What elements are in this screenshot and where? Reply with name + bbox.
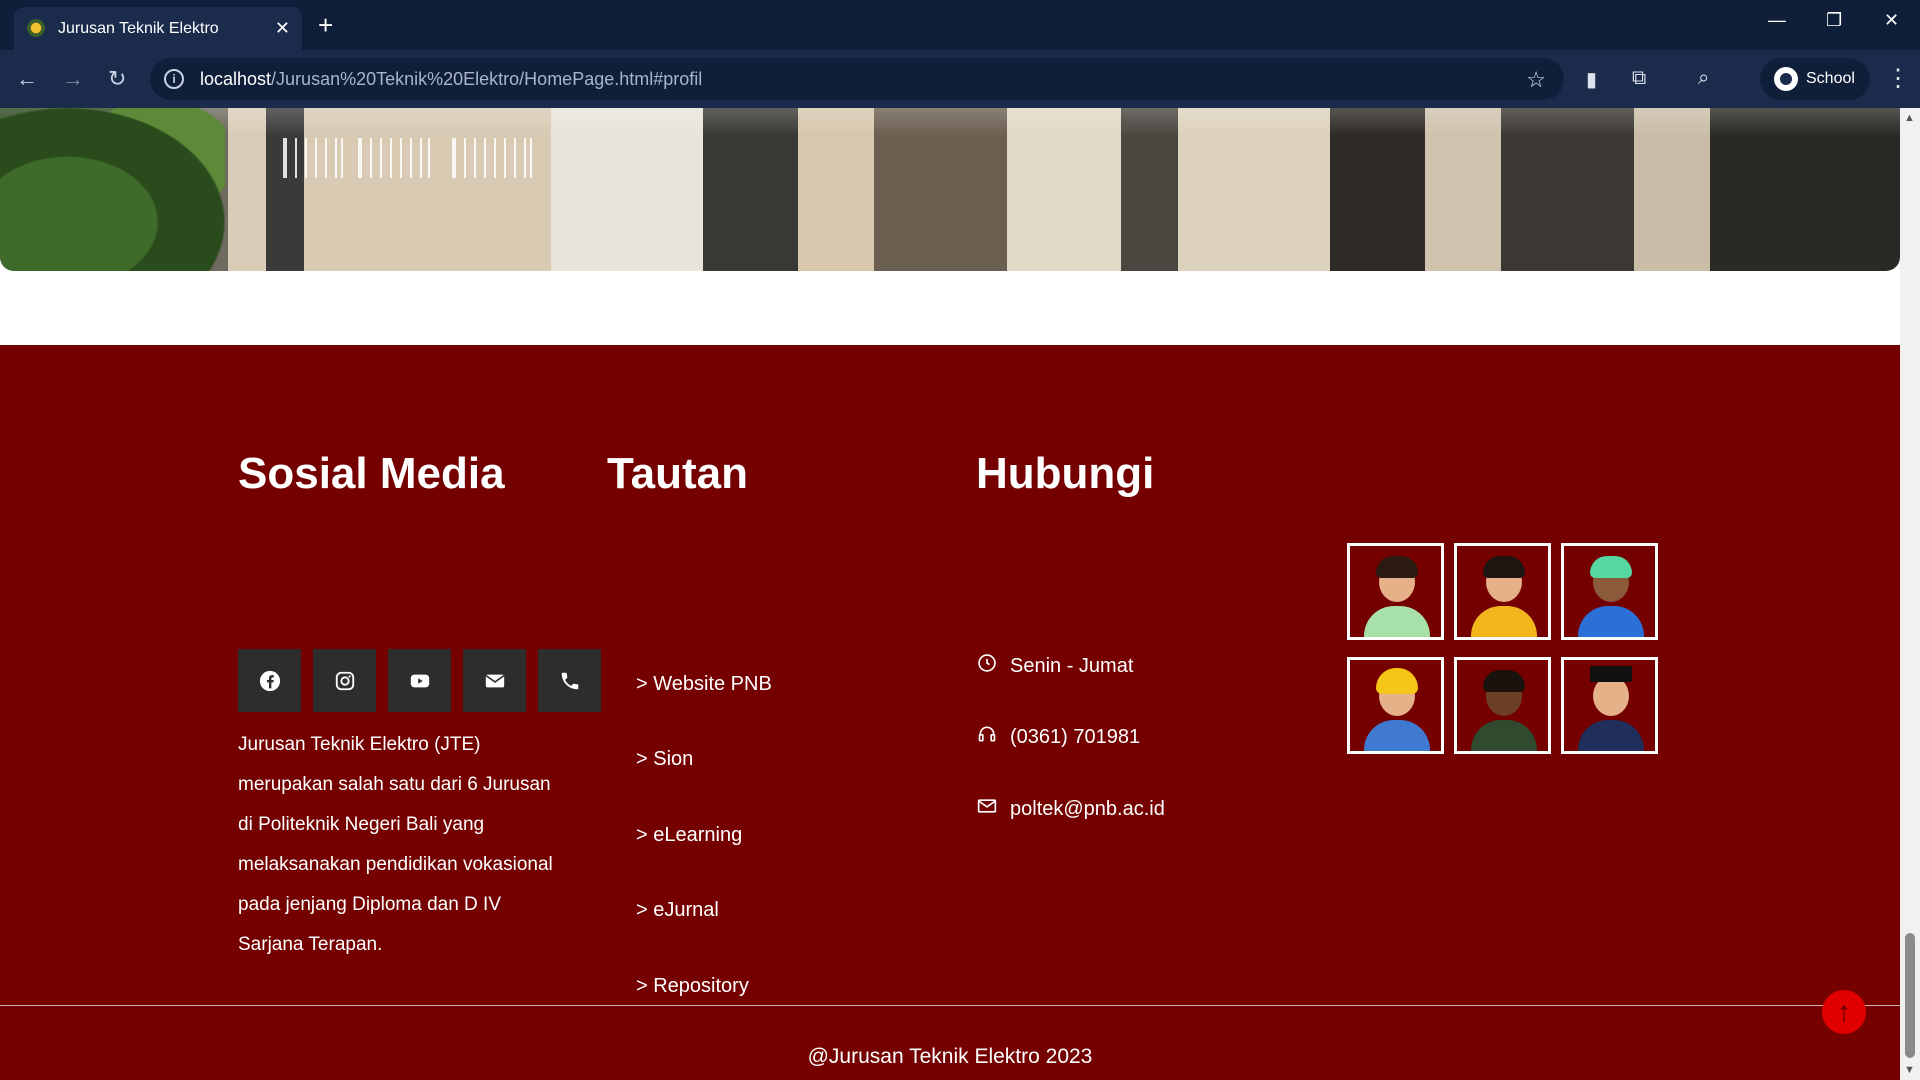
balcony-railing — [452, 138, 532, 178]
new-tab-icon[interactable]: + — [318, 12, 333, 38]
arrow-up-icon: ↑ — [1837, 996, 1851, 1027]
about-line: merupakan salah satu dari 6 Jurusan — [238, 774, 551, 795]
avatar — [1347, 657, 1444, 754]
contact-hours: Senin - Jumat — [976, 653, 1133, 679]
facebook-button[interactable] — [238, 649, 301, 712]
campus-building-image — [0, 108, 1900, 271]
close-window-icon[interactable]: ✕ — [1884, 10, 1899, 31]
page-viewport: Sosial Media Jurusan Teknik Elektro (JTE… — [0, 108, 1920, 1080]
contact-email: poltek@pnb.ac.id — [976, 796, 1165, 822]
about-line: Sarjana Terapan. — [238, 934, 383, 955]
screen: Jurusan Teknik Elektro ✕ + — ❐ ✕ ← → ↻ i… — [0, 0, 1920, 1080]
copyright-text: @Jurusan Teknik Elektro 2023 — [807, 1045, 1093, 1068]
scroll-up-arrow-icon[interactable]: ▲ — [1904, 112, 1915, 124]
link-elearning[interactable]: > eLearning — [636, 824, 742, 847]
link-repository[interactable]: > Repository — [636, 975, 749, 998]
reading-list-icon[interactable]: ▮ — [1586, 67, 1597, 92]
link-sion[interactable]: > Sion — [636, 748, 693, 771]
site-info-icon[interactable]: i — [164, 69, 184, 89]
avatar — [1561, 543, 1658, 640]
site-footer: Sosial Media Jurusan Teknik Elektro (JTE… — [0, 345, 1900, 1080]
cast-search-icon[interactable]: ⌕ — [1698, 67, 1709, 90]
youtube-button[interactable] — [388, 649, 451, 712]
browser-tabbar: Jurusan Teknik Elektro ✕ + — ❐ ✕ — [0, 0, 1920, 50]
bookmark-star-icon[interactable]: ☆ — [1526, 67, 1546, 93]
youtube-icon — [410, 674, 429, 687]
avatar — [1347, 543, 1444, 640]
instagram-icon — [335, 671, 354, 690]
back-to-top-button[interactable]: ↑ — [1822, 990, 1866, 1034]
back-icon[interactable]: ← — [16, 66, 38, 92]
about-line: Jurusan Teknik Elektro (JTE) — [238, 734, 481, 755]
avatar — [1454, 543, 1551, 640]
avatar-gallery — [1347, 543, 1658, 754]
tab-title: Jurusan Teknik Elektro — [58, 19, 219, 37]
about-line: pada jenjang Diploma dan D IV — [238, 894, 502, 915]
profile-button[interactable]: School — [1760, 58, 1870, 100]
palm-tree-graphic — [0, 108, 225, 271]
contact-email-text[interactable]: poltek@pnb.ac.id — [1010, 798, 1165, 821]
clock-icon — [976, 653, 998, 679]
profile-name: School — [1806, 70, 1855, 87]
menu-kebab-icon[interactable]: ⋮ — [1886, 64, 1910, 93]
url-host: localhost — [200, 68, 272, 89]
link-website-pnb[interactable]: > Website PNB — [636, 673, 772, 696]
avatar — [1561, 657, 1658, 754]
contact-hours-text: Senin - Jumat — [1010, 654, 1134, 677]
address-bar[interactable]: i localhost /Jurusan%20Teknik%20Elektro/… — [150, 58, 1564, 100]
close-tab-icon[interactable]: ✕ — [275, 18, 290, 39]
instagram-button[interactable] — [313, 649, 376, 712]
social-buttons — [238, 649, 601, 712]
url-path: /Jurusan%20Teknik%20Elektro/HomePage.htm… — [271, 68, 703, 89]
restore-icon[interactable]: ❐ — [1826, 10, 1842, 31]
phone-button[interactable] — [538, 649, 601, 712]
reload-icon[interactable]: ↻ — [108, 66, 126, 92]
about-line: melaksanakan pendidikan vokasional — [238, 854, 553, 875]
site-favicon-icon — [26, 18, 46, 39]
avatar — [1454, 657, 1551, 754]
page-scrollbar[interactable]: ▲ ▼ — [1900, 108, 1920, 1080]
phone-icon — [561, 672, 578, 689]
about-line: di Politeknik Negeri Bali yang — [238, 814, 485, 835]
links-title: Tautan — [607, 449, 748, 498]
browser-tab[interactable]: Jurusan Teknik Elektro ✕ — [14, 7, 302, 50]
headset-icon — [976, 724, 998, 750]
contact-phone: (0361) 701981 — [976, 724, 1140, 750]
facebook-icon — [259, 670, 280, 691]
scrollbar-thumb[interactable] — [1905, 933, 1915, 1058]
envelope-icon — [976, 796, 998, 822]
link-ejurnal[interactable]: > eJurnal — [636, 899, 719, 922]
balcony-railing — [358, 138, 430, 178]
balcony-railing — [283, 138, 343, 178]
extensions-icon[interactable]: ⧉ — [1632, 67, 1646, 90]
about-text: Jurusan Teknik Elektro (JTE) merupakan s… — [238, 725, 568, 965]
contact-title: Hubungi — [976, 449, 1155, 498]
profile-avatar-icon — [1774, 67, 1798, 91]
browser-toolbar: ← → ↻ i localhost /Jurusan%20Teknik%20El… — [0, 50, 1920, 108]
minimize-icon[interactable]: — — [1768, 10, 1786, 31]
contact-phone-text: (0361) 701981 — [1010, 725, 1141, 748]
email-icon — [484, 674, 505, 687]
footer-divider — [0, 1005, 1900, 1006]
forward-icon[interactable]: → — [62, 66, 84, 92]
email-button[interactable] — [463, 649, 526, 712]
scroll-down-arrow-icon[interactable]: ▼ — [1904, 1064, 1915, 1076]
social-media-title: Sosial Media — [238, 449, 505, 498]
